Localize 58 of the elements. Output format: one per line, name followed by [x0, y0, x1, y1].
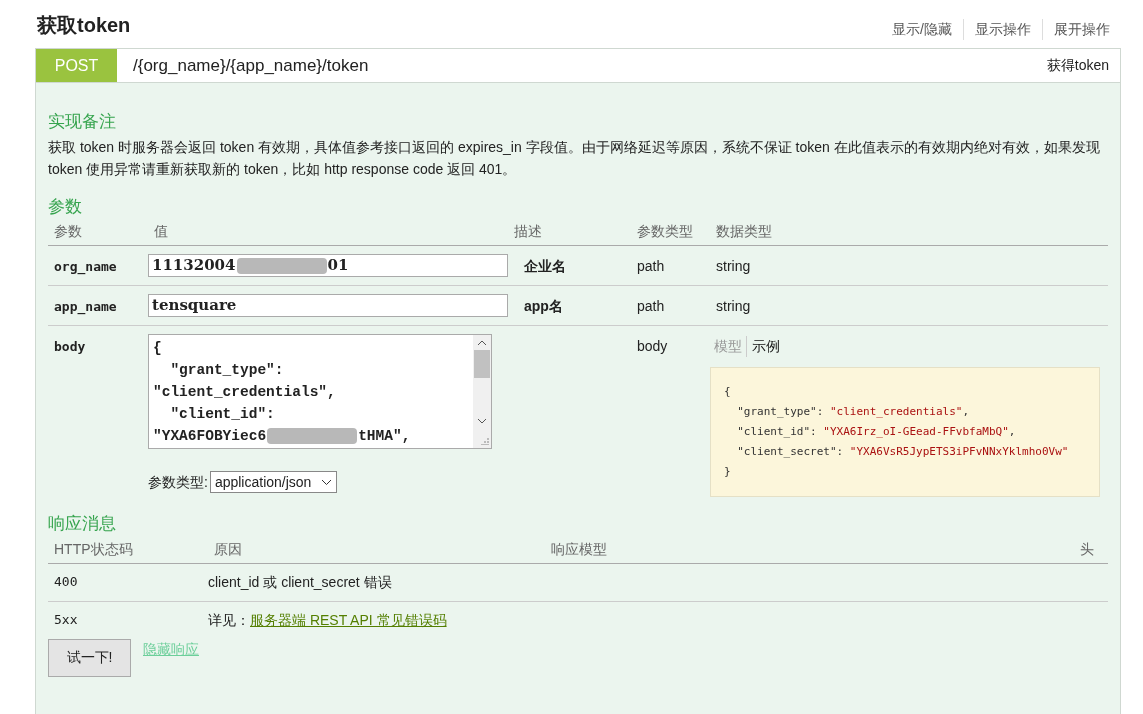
notes-text: 获取 token 时服务器会返回 token 有效期，具体值参考接口返回的 expires_in 字段值。由于网络延迟等原因，系统不保证 token 在此值表示的有效期内绝对有效，如果发现 token 使用异常请重新获取新的 token，比如 http response code 返回 401。 [48, 137, 1101, 179]
scrollbar[interactable] [473, 335, 491, 448]
input-field[interactable]: tensquare [148, 294, 508, 317]
field-text: { [153, 339, 162, 358]
param-type: path [636, 297, 666, 316]
scroll-up-icon[interactable] [477, 340, 487, 346]
column-header: 数据类型 [715, 222, 773, 241]
response-reason: 详见： [208, 610, 250, 630]
resize-grip-icon[interactable] [481, 437, 489, 445]
input-field[interactable]: 11132004 01 [148, 254, 508, 277]
column-header: 头 [1079, 539, 1095, 559]
field-text: tensquare [152, 295, 237, 317]
status-code: 5xx [53, 610, 79, 629]
param-description: app名 [523, 297, 564, 316]
data-type: string [715, 297, 752, 316]
param-name: body [53, 338, 87, 356]
field-text: "YXA6FOBYiec6 [153, 427, 267, 446]
method-badge: POST [36, 49, 117, 82]
params-heading: 参数 [48, 195, 83, 218]
param-type: path [636, 257, 666, 276]
column-header: 响应模型 [550, 539, 608, 559]
column-header: 参数类型 [636, 222, 694, 241]
field-text: "client_credentials", [153, 383, 336, 402]
field-text: "client_id": [169, 405, 275, 424]
column-header: HTTP状态码 [53, 539, 134, 559]
data-type: string [715, 257, 752, 276]
body-textarea[interactable]: { "grant_type": "client_credentials", "client_id": "YXA6FOBYiec6 tHMA", [148, 334, 492, 449]
scrollbar-thumb[interactable] [474, 350, 490, 378]
operation-summary: 获得token [1046, 56, 1110, 75]
field-text: 11132004 [152, 255, 236, 277]
content-type-select[interactable]: application/json [209, 471, 338, 493]
header-link[interactable]: 显示操作 [963, 19, 1042, 40]
model-tab[interactable]: 示例 [746, 336, 784, 357]
column-header: 值 [153, 222, 169, 241]
try-button[interactable]: 试一下! [48, 638, 131, 677]
section-title: 获取token [36, 13, 131, 38]
column-header: 描述 [513, 222, 543, 241]
error-codes-link[interactable]: 服务器端 REST API 常见错误码 [250, 609, 447, 631]
notes-heading: 实现备注 [48, 111, 117, 133]
response-reason: client_id 或 client_secret 错误 [208, 572, 392, 592]
chevron-down-icon [321, 478, 333, 486]
field-text: 01 [327, 255, 349, 277]
param-type: body [636, 337, 669, 356]
endpoint-path: /{org_name}/{app_name}/token [133, 54, 370, 77]
column-header: 原因 [213, 539, 243, 559]
param-name: app_name [53, 298, 118, 317]
header-link[interactable]: 显示/隐藏 [881, 19, 963, 40]
status-code: 400 [53, 572, 79, 591]
param-name: org_name [53, 258, 118, 277]
content-type-label: 参数类型: [148, 472, 208, 492]
header-link[interactable]: 展开操作 [1042, 19, 1121, 40]
param-description: 企业名 [523, 257, 567, 276]
field-text: tHMA", [358, 427, 411, 446]
example-code: { "grant_type": "client_credentials", "client_id": "YXA6Irz_oI-GEead-FFvbfaMbQ", "client_secret": "YXA6VsR5JypETS3iPFvNNxYklmho0Vw" } [710, 367, 1100, 497]
field-text: "grant_type": [169, 361, 284, 380]
column-header: 参数 [53, 222, 83, 241]
scroll-down-icon[interactable] [477, 418, 487, 424]
responses-heading: 响应消息 [48, 513, 117, 535]
